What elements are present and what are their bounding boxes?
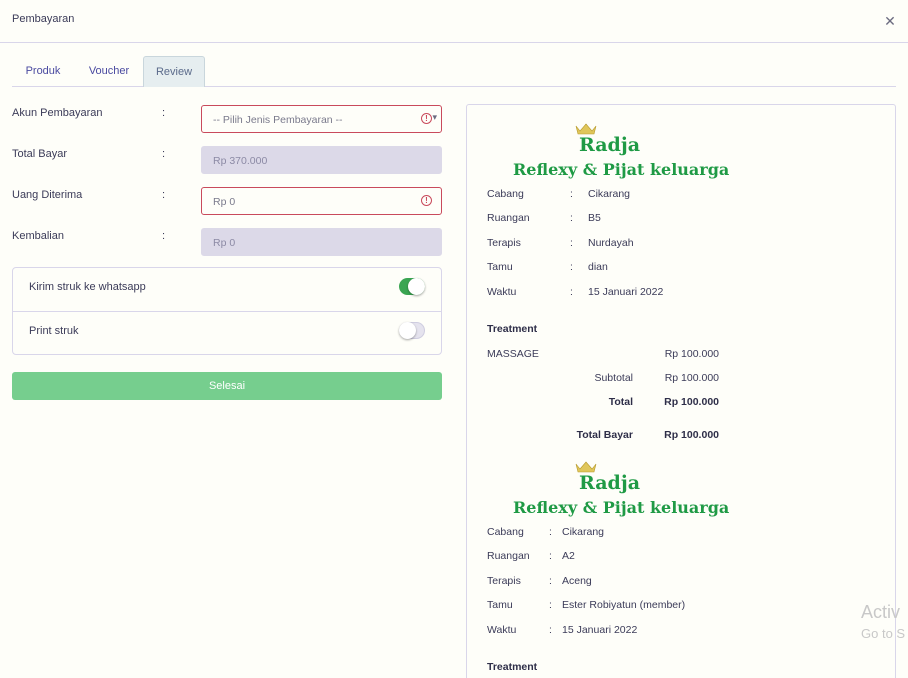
kembalian-label: Kembalian: [12, 230, 64, 242]
tab-bar: Produk Voucher Review: [12, 56, 896, 87]
receipt-field-value: 15 Januari 2022: [588, 286, 664, 298]
form-row-total: Total Bayar : Rp 370.000: [12, 146, 442, 174]
toggle-knob: [399, 322, 416, 339]
colon: :: [570, 237, 573, 249]
form-row-akun: Akun Pembayaran : -- Pilih Jenis Pembaya…: [12, 105, 442, 133]
colon: :: [549, 575, 552, 587]
colon: :: [162, 230, 166, 242]
receipt-field-value: Ester Robiyatun (member): [562, 599, 686, 611]
total-label: Total Bayar: [12, 148, 68, 160]
receipt-field-label: Ruangan: [487, 550, 530, 562]
receipt-preview: Radja Reflexy & Pijat keluarga Cabang : …: [466, 104, 896, 678]
kembalian-value: Rp 0: [213, 237, 236, 249]
colon: :: [162, 107, 166, 119]
colon: :: [549, 624, 552, 636]
uang-diterima-value: Rp 0: [213, 196, 236, 208]
receipt-field-value: Cikarang: [588, 188, 631, 200]
total-bayar-label: Total Bayar: [576, 429, 633, 441]
uang-label: Uang Diterima: [12, 189, 83, 201]
treatment-heading: Treatment: [487, 323, 538, 335]
form-row-uang: Uang Diterima : Rp 0 !: [12, 187, 442, 215]
receipt-field-label: Tamu: [487, 261, 513, 273]
payment-account-value: -- Pilih Jenis Pembayaran --: [213, 114, 343, 126]
receipt-field-value: Aceng: [562, 575, 592, 587]
activation-watermark-sub: Go to S: [861, 626, 906, 641]
receipt-field-value: Nurdayah: [588, 237, 634, 249]
receipt-field-label: Terapis: [487, 575, 521, 587]
payment-account-select[interactable]: -- Pilih Jenis Pembayaran -- ! ▾: [201, 105, 442, 133]
receipt-options: Kirim struk ke whatsapp Print struk: [12, 267, 442, 355]
total-bayar-field: Rp 370.000: [201, 146, 442, 174]
close-icon[interactable]: ✕: [884, 14, 896, 28]
form-row-kembalian: Kembalian : Rp 0: [12, 228, 442, 256]
selesai-button[interactable]: Selesai: [12, 372, 442, 400]
total-bayar-amount: Rp 100.000: [664, 429, 719, 441]
brand-tagline: Reflexy & Pijat keluarga: [513, 160, 730, 179]
toggle-row-print: Print struk: [13, 311, 441, 354]
error-icon: !: [421, 113, 432, 124]
receipt-field-label: Cabang: [487, 188, 524, 200]
colon: :: [549, 526, 552, 538]
toggle-knob: [408, 278, 425, 295]
receipt-field-label: Waktu: [487, 286, 517, 298]
receipt-field-value: dian: [588, 261, 608, 273]
colon: :: [570, 188, 573, 200]
colon: :: [162, 148, 166, 160]
print-toggle-label: Print struk: [29, 325, 79, 337]
treatment-item-name: MASSAGE: [487, 348, 539, 360]
subtotal-value: Rp 100.000: [664, 372, 719, 384]
whatsapp-toggle[interactable]: [399, 278, 425, 295]
error-icon: !: [421, 195, 432, 206]
receipt-field-label: Waktu: [487, 624, 517, 636]
treatment-heading: Treatment: [487, 661, 538, 673]
total-value: Rp 100.000: [664, 396, 719, 408]
tab-voucher[interactable]: Voucher: [78, 56, 140, 87]
receipt-field-value: A2: [562, 550, 575, 562]
total-label: Total: [608, 396, 633, 408]
print-toggle[interactable]: [399, 322, 425, 339]
colon: :: [549, 550, 552, 562]
modal-title: Pembayaran: [12, 13, 75, 25]
colon: :: [570, 261, 573, 273]
receipt-field-label: Cabang: [487, 526, 524, 538]
receipt-field-label: Terapis: [487, 237, 521, 249]
receipt-field-label: Ruangan: [487, 212, 530, 224]
akun-label: Akun Pembayaran: [12, 107, 103, 119]
kembalian-field: Rp 0: [201, 228, 442, 256]
colon: :: [162, 189, 166, 201]
activation-watermark: Activ: [861, 602, 901, 622]
colon: :: [570, 212, 573, 224]
colon: :: [570, 286, 573, 298]
brand-name: Radja: [579, 134, 641, 156]
receipt-field-value: 15 Januari 2022: [562, 624, 638, 636]
total-bayar-value: Rp 370.000: [213, 155, 268, 167]
treatment-item-price: Rp 100.000: [664, 348, 719, 360]
chevron-down-icon: ▾: [432, 112, 437, 122]
whatsapp-toggle-label: Kirim struk ke whatsapp: [29, 281, 146, 293]
modal-header: Pembayaran ✕: [0, 0, 908, 43]
colon: :: [549, 599, 552, 611]
tab-review[interactable]: Review: [143, 56, 205, 87]
receipt-field-label: Tamu: [487, 599, 513, 611]
brand-tagline: Reflexy & Pijat keluarga: [513, 498, 730, 517]
brand-name: Radja: [579, 472, 641, 494]
receipt-field-value: B5: [588, 212, 601, 224]
subtotal-label: Subtotal: [594, 372, 633, 384]
toggle-row-whatsapp: Kirim struk ke whatsapp: [13, 268, 441, 311]
tab-produk[interactable]: Produk: [12, 56, 74, 87]
receipt-field-value: Cikarang: [562, 526, 605, 538]
uang-diterima-input[interactable]: Rp 0 !: [201, 187, 442, 215]
